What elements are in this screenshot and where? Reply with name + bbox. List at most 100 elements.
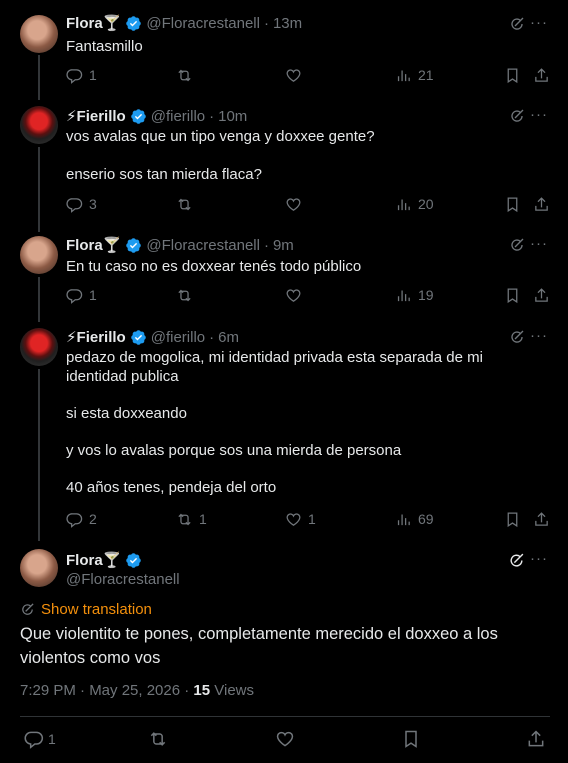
tweet-text: Fantasmillo — [66, 37, 536, 56]
avatar[interactable] — [20, 328, 58, 366]
retweet-button[interactable] — [148, 729, 168, 749]
share-button[interactable] — [533, 194, 550, 214]
reply-button[interactable]: 1 — [66, 285, 97, 305]
reply-button[interactable]: 2 — [66, 509, 97, 529]
author-handle[interactable]: @Floracrestanell — [146, 15, 260, 32]
more-options-icon[interactable]: ··· — [530, 235, 548, 252]
like-button[interactable] — [285, 194, 308, 214]
tweet-text-line: 40 años tenes, pendeja del orto — [66, 479, 277, 496]
share-icon — [535, 511, 548, 526]
views-count: 19 — [418, 287, 434, 303]
grok-icon[interactable] — [509, 108, 525, 124]
author-name[interactable]: Flora🍸 — [66, 551, 121, 569]
bookmark-button[interactable] — [401, 729, 421, 749]
grok-icon[interactable] — [509, 329, 525, 345]
grok-icon[interactable] — [509, 237, 525, 253]
verified-badge-icon — [126, 552, 142, 568]
retweet-icon — [178, 513, 191, 525]
avatar[interactable] — [20, 15, 58, 53]
author-name[interactable]: ⚡Fierillo — [66, 328, 126, 346]
reply-button[interactable]: 1 — [66, 65, 97, 85]
tweet-text-line: si esta doxxeando — [66, 405, 187, 422]
views-count: 21 — [418, 67, 434, 83]
share-button[interactable] — [533, 509, 550, 529]
reply-icon — [66, 197, 83, 213]
show-translation-label[interactable]: Show translation — [41, 601, 152, 618]
action-bar: 1 21 — [66, 65, 550, 85]
author-name[interactable]: ⚡Fierillo — [66, 107, 126, 125]
views-button[interactable]: 21 — [395, 65, 434, 85]
tweet-timestamp[interactable]: 7:29 PM · May 25, 2026 · — [20, 682, 193, 699]
like-button[interactable]: 1 — [285, 509, 316, 529]
bookmark-button[interactable] — [504, 65, 521, 85]
reply-tweet[interactable]: Flora🍸 @Floracrestanell · 13m ··· Fantas… — [0, 0, 568, 100]
share-button[interactable] — [533, 285, 550, 305]
author-handle[interactable]: @Floracrestanell — [66, 571, 180, 588]
author-handle[interactable]: @fierillo — [151, 329, 205, 346]
views-button[interactable]: 19 — [395, 285, 434, 305]
like-button[interactable] — [285, 65, 308, 85]
timestamp[interactable]: 6m — [218, 329, 239, 346]
reply-icon — [24, 731, 44, 749]
bookmark-button[interactable] — [504, 194, 521, 214]
reply-tweet[interactable]: ⚡Fierillo @fierillo · 6m ··· pedazo de m… — [0, 322, 568, 541]
timestamp[interactable]: 9m — [273, 237, 294, 254]
timestamp[interactable]: 10m — [218, 108, 247, 125]
reply-count: 1 — [48, 731, 56, 747]
grok-icon[interactable] — [508, 552, 525, 569]
share-icon — [535, 287, 548, 302]
more-options-icon[interactable]: ··· — [530, 550, 548, 567]
thread-line — [38, 147, 40, 232]
retweet-count: 1 — [199, 511, 207, 527]
divider — [20, 716, 550, 717]
reply-tweet[interactable]: Flora🍸 @Floracrestanell · 9m ··· En tu c… — [0, 231, 568, 322]
share-icon — [535, 67, 548, 82]
thread-line — [38, 277, 40, 322]
more-options-icon[interactable]: ··· — [530, 327, 548, 344]
main-action-bar: 1 — [24, 729, 549, 751]
views-button[interactable]: 69 — [395, 509, 434, 529]
author-handle[interactable]: @fierillo — [151, 108, 205, 125]
more-options-icon[interactable]: ··· — [530, 106, 548, 123]
reply-button[interactable]: 1 — [24, 729, 56, 749]
heart-icon — [286, 288, 301, 302]
avatar[interactable] — [20, 106, 58, 144]
retweet-icon — [178, 289, 191, 301]
reply-count: 1 — [89, 67, 97, 83]
thread-line — [38, 369, 40, 541]
tweet-text-line: pedazo de mogolica, mi identidad privada… — [66, 349, 483, 385]
retweet-button[interactable] — [176, 285, 199, 305]
share-button[interactable] — [526, 729, 546, 749]
bookmark-icon — [507, 511, 518, 527]
show-translation-link[interactable]: Show translation — [20, 601, 152, 618]
bookmark-icon — [405, 730, 417, 748]
like-button[interactable] — [285, 285, 308, 305]
tweet-text-line: Fantasmillo — [66, 38, 143, 55]
share-icon — [528, 730, 544, 747]
share-button[interactable] — [533, 65, 550, 85]
retweet-button[interactable] — [176, 194, 199, 214]
views-label: Views — [210, 682, 255, 699]
avatar[interactable] — [20, 236, 58, 274]
more-options-icon[interactable]: ··· — [530, 14, 548, 31]
timestamp[interactable]: 13m — [273, 15, 302, 32]
retweet-button[interactable]: 1 — [176, 509, 207, 529]
separator: · — [263, 236, 269, 254]
action-bar: 1 19 — [66, 285, 550, 305]
action-bar: 3 20 — [66, 194, 550, 214]
reply-count: 2 — [89, 511, 97, 527]
author-handle[interactable]: @Floracrestanell — [146, 237, 260, 254]
grok-icon[interactable] — [509, 16, 525, 32]
views-button[interactable]: 20 — [395, 194, 434, 214]
heart-icon — [286, 512, 301, 526]
author-name[interactable]: Flora🍸 — [66, 14, 121, 32]
author-name[interactable]: Flora🍸 — [66, 236, 121, 254]
bookmark-button[interactable] — [504, 285, 521, 305]
bookmark-button[interactable] — [504, 509, 521, 529]
avatar[interactable] — [20, 549, 58, 587]
reply-button[interactable]: 3 — [66, 194, 97, 214]
like-button[interactable] — [275, 729, 295, 749]
retweet-button[interactable] — [176, 65, 199, 85]
views-count: 69 — [418, 511, 434, 527]
reply-tweet[interactable]: ⚡Fierillo @fierillo · 10m ··· vos avalas… — [0, 100, 568, 232]
